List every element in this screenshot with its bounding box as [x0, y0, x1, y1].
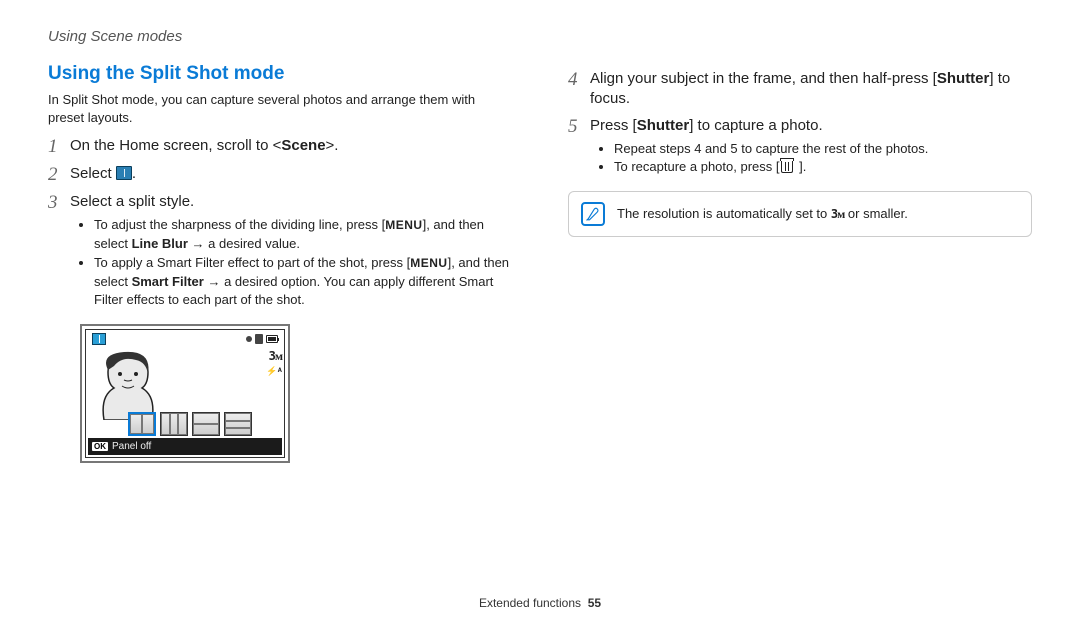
step-5-bullets: Repeat steps 4 and 5 to capture the rest…: [602, 140, 1032, 178]
note-text: The resolution is automatically set to 3…: [617, 206, 908, 222]
step-1: 1 On the Home screen, scroll to <Scene>.: [48, 136, 512, 158]
text: Press [: [590, 117, 637, 134]
bullet: Repeat steps 4 and 5 to capture the rest…: [614, 140, 1032, 159]
text: Align your subject in the frame, and the…: [590, 70, 937, 87]
bullet: To adjust the sharpness of the dividing …: [94, 216, 512, 254]
camera-bottombar: OK Panel off: [88, 438, 282, 455]
content-columns: Using the Split Shot mode In Split Shot …: [48, 63, 1032, 463]
arrow-icon: →: [204, 274, 224, 289]
status-indicators: [246, 333, 278, 345]
flash-icon: ⚡ᴬ: [258, 365, 282, 378]
trash-icon: [781, 161, 793, 173]
text: a desired value.: [208, 236, 300, 251]
ok-button-icon: OK: [92, 442, 108, 451]
smart-filter-bold: Smart Filter: [132, 274, 204, 289]
camera-preview: 3ᴍ ⚡ᴬ: [88, 346, 282, 422]
page-number: 55: [588, 596, 601, 610]
step-number: 3: [48, 192, 70, 214]
layout-3row[interactable]: [224, 412, 252, 436]
text: On the Home screen, scroll to <: [70, 137, 281, 154]
card-indicator-icon: [255, 334, 263, 344]
step-number: 2: [48, 164, 70, 186]
text: To adjust the sharpness of the dividing …: [94, 217, 385, 232]
resolution-icon: 3ᴍ: [831, 207, 844, 221]
text: To recapture a photo, press [: [614, 159, 779, 174]
left-column: Using the Split Shot mode In Split Shot …: [48, 63, 512, 463]
camera-illustration: 3ᴍ ⚡ᴬ OK Panel off: [80, 324, 290, 463]
line-blur-bold: Line Blur: [132, 236, 188, 251]
step-number: 4: [568, 69, 590, 91]
text: or smaller.: [844, 206, 908, 221]
step-text: Press [Shutter] to capture a photo.: [590, 116, 823, 136]
layout-3col[interactable]: [160, 412, 188, 436]
step-3: 3 Select a split style.: [48, 192, 512, 214]
camera-info: 3ᴍ ⚡ᴬ: [258, 346, 282, 422]
camera-statusbar: [88, 332, 282, 346]
step-number: 1: [48, 136, 70, 158]
step-4: 4 Align your subject in the frame, and t…: [568, 69, 1032, 110]
text: ] to capture a photo.: [689, 117, 822, 134]
menu-label: MENU: [385, 218, 422, 232]
manual-page: Using Scene modes Using the Split Shot m…: [0, 0, 1080, 630]
split-shot-icon: [116, 166, 132, 180]
footer-section: Extended functions: [479, 596, 581, 610]
intro-text: In Split Shot mode, you can capture seve…: [48, 91, 512, 126]
step-text: Align your subject in the frame, and the…: [590, 69, 1032, 110]
section-title: Using the Split Shot mode: [48, 63, 512, 85]
step-text: On the Home screen, scroll to <Scene>.: [70, 136, 338, 156]
layout-2col[interactable]: [128, 412, 156, 436]
layout-2row[interactable]: [192, 412, 220, 436]
bullet: To recapture a photo, press [ ].: [614, 158, 1032, 177]
text: Select: [70, 165, 112, 182]
page-header: Using Scene modes: [48, 28, 1032, 45]
text: .: [132, 165, 136, 182]
step-5: 5 Press [Shutter] to capture a photo.: [568, 116, 1032, 138]
resolution-icon: 3ᴍ: [258, 348, 282, 365]
camera-screen: 3ᴍ ⚡ᴬ OK Panel off: [85, 329, 285, 458]
text: ].: [795, 159, 806, 174]
arrow-icon: →: [188, 236, 208, 251]
text: >.: [326, 137, 339, 154]
step-text: Select .: [70, 164, 136, 184]
bullet: To apply a Smart Filter effect to part o…: [94, 254, 512, 311]
panel-off-label: Panel off: [112, 441, 151, 452]
text: The resolution is automatically set to: [617, 206, 831, 221]
right-column: 4 Align your subject in the frame, and t…: [568, 63, 1032, 463]
note-icon: [581, 202, 605, 226]
menu-label: MENU: [410, 256, 447, 270]
shutter-bold: Shutter: [937, 70, 990, 87]
note-box: The resolution is automatically set to 3…: [568, 191, 1032, 237]
step-3-bullets: To adjust the sharpness of the dividing …: [82, 216, 512, 310]
battery-icon: [266, 335, 278, 343]
shutter-bold: Shutter: [637, 117, 690, 134]
face-area: [88, 346, 258, 422]
step-text: Select a split style.: [70, 192, 194, 212]
step-number: 5: [568, 116, 590, 138]
page-footer: Extended functions 55: [0, 596, 1080, 610]
face-icon: [94, 348, 164, 420]
indicator-icon: [246, 336, 252, 342]
step-2: 2 Select .: [48, 164, 512, 186]
text: To apply a Smart Filter effect to part o…: [94, 255, 410, 270]
mode-indicator-icon: [92, 333, 106, 345]
scene-bold: Scene: [281, 137, 325, 154]
